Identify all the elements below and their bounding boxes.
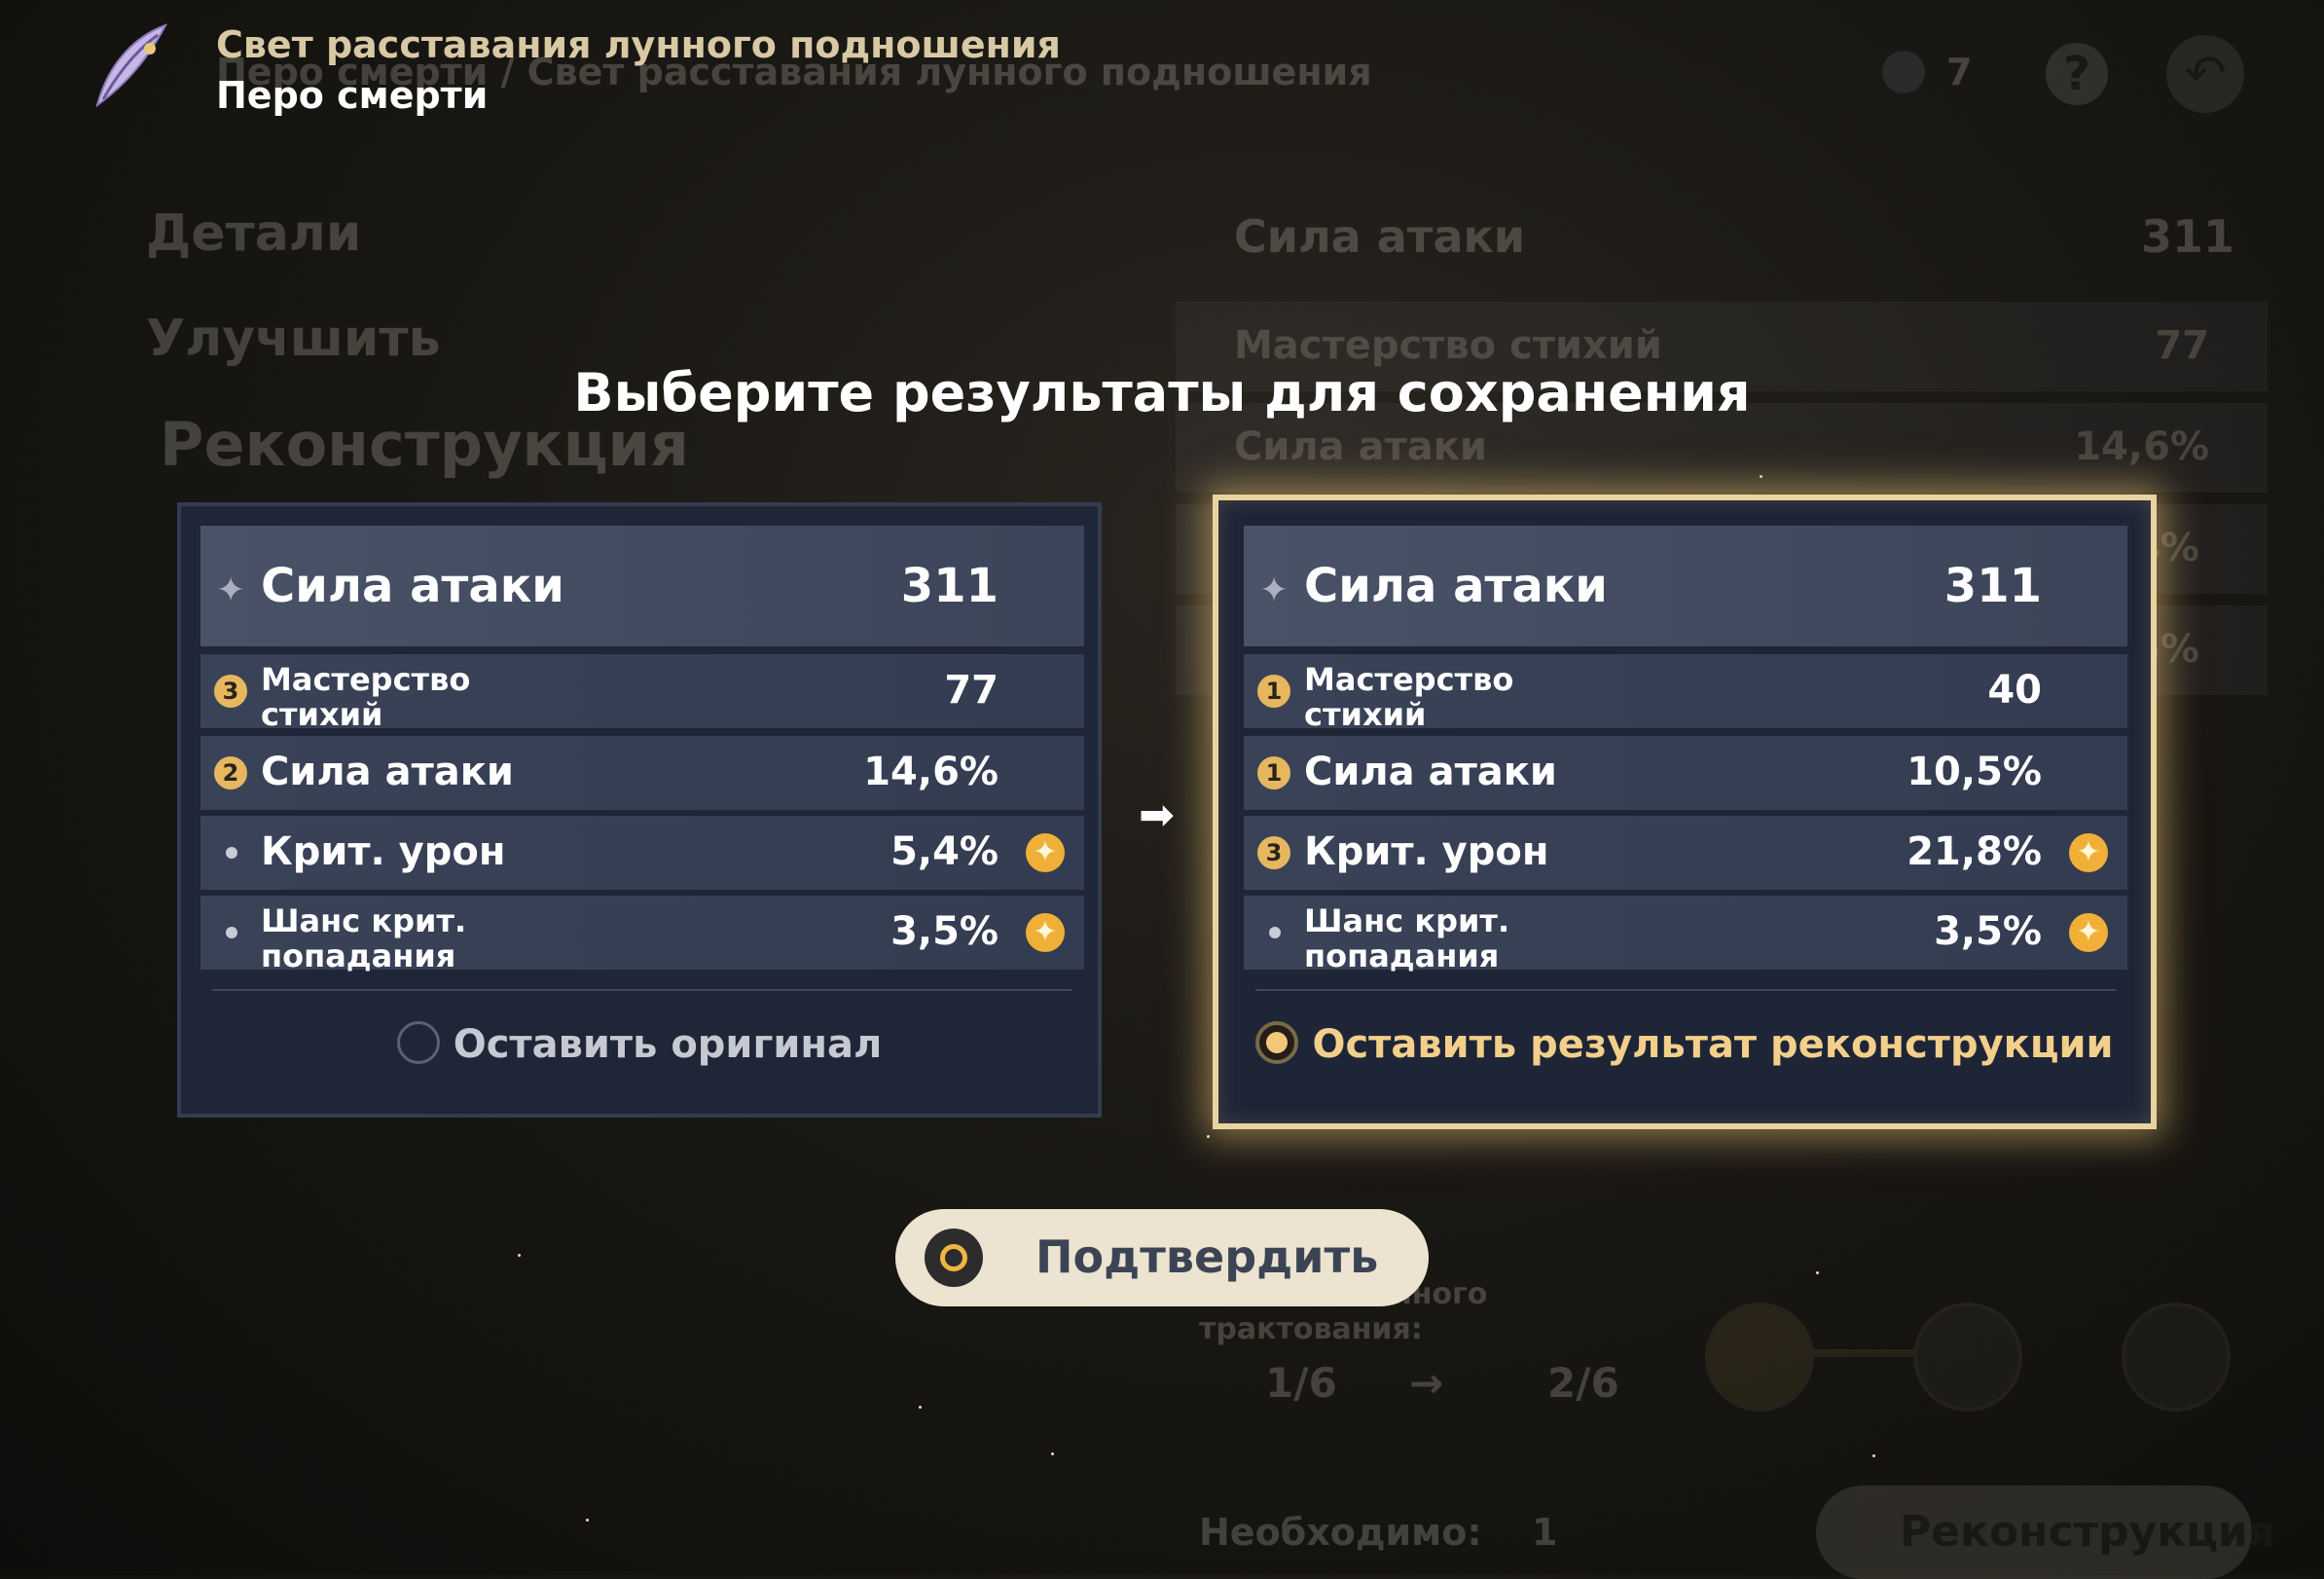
main-stat-value: 311 [900, 559, 999, 613]
substat-value: 14,6% [863, 750, 999, 794]
substat-label: Сила атаки [1304, 750, 1557, 794]
roll-count-badge: 3 [214, 675, 247, 708]
set-name: Свет расставания лунного подношения [216, 23, 1061, 66]
substat-row: 3 Мастерство стихий 77 [200, 654, 1084, 732]
progress-to: 2/6 [1547, 1359, 1619, 1407]
main-stat-label: Сила атаки [1304, 559, 1608, 613]
substat-label: Шанс крит. попадания [1304, 902, 1510, 974]
gold-star-icon: ✦ [1026, 833, 1065, 872]
back-icon[interactable]: ↶ [2166, 35, 2244, 113]
required-label: Необходимо: [1199, 1511, 1482, 1554]
substat-value: 77 [944, 668, 999, 713]
roll-count-badge: 1 [1257, 675, 1290, 708]
roll-count-badge: 2 [214, 756, 247, 790]
substat-row: 1 Сила атаки 10,5% [1244, 736, 2127, 810]
divider [1255, 989, 2116, 991]
main-stat-row: ✦ Сила атаки 311 [200, 526, 1084, 646]
substat-label: Крит. урон [1304, 829, 1549, 874]
feather-icon [90, 21, 173, 115]
substat-row: 3 Крит. урон 21,8% ✦ [1244, 816, 2127, 890]
stage-node-icon [2122, 1303, 2231, 1412]
substat-value: 3,5% [890, 909, 999, 954]
reconstruction-result-card[interactable]: ✦ Сила атаки 311 1 Мастерство стихий 40 … [1213, 495, 2157, 1129]
bg-stat-main-value: 311 [2141, 210, 2235, 263]
substat-row: Крит. урон 5,4% ✦ [200, 816, 1084, 890]
substat-value: 21,8% [1906, 829, 2042, 874]
progress-from: 1/6 [1265, 1359, 1337, 1407]
substat-label: Мастерство стихий [1304, 661, 1514, 733]
substat-value: 3,5% [1934, 909, 2042, 954]
substat-label: Крит. урон [261, 829, 506, 874]
option-label: Оставить результат реконструкции [1312, 1022, 2114, 1067]
gold-star-icon: ✦ [1026, 913, 1065, 952]
keep-result-option[interactable]: Оставить результат реконструкции [1218, 1021, 2151, 1068]
substat-value: 5,4% [890, 829, 999, 874]
main-stat-label: Сила атаки [261, 559, 564, 613]
substat-label: Шанс крит. попадания [261, 902, 467, 974]
bullet-icon [1269, 927, 1281, 938]
stage-connector [1806, 1349, 1913, 1357]
currency-count: 7 [1946, 51, 1973, 93]
tab-upgrade[interactable]: Улучшить [146, 310, 440, 368]
roll-count-badge: 3 [1257, 836, 1290, 869]
confirm-label: Подтвердить [1035, 1230, 1379, 1283]
sparkle-icon: ✦ [1259, 570, 1289, 610]
confirm-button[interactable]: Подтвердить [895, 1209, 1429, 1306]
original-card[interactable]: ✦ Сила атаки 311 3 Мастерство стихий 77 … [177, 502, 1102, 1118]
stage-node-icon [1705, 1303, 1814, 1412]
bg-stat-main-label: Сила атаки [1234, 210, 1525, 263]
stage-node-icon [1913, 1303, 2022, 1412]
main-stat-value: 311 [1943, 559, 2042, 613]
substat-row: Шанс крит. попадания 3,5% ✦ [200, 896, 1084, 974]
keep-original-option[interactable]: Оставить оригинал [181, 1021, 1098, 1068]
main-stat-row: ✦ Сила атаки 311 [1244, 526, 2127, 646]
bullet-icon [226, 847, 237, 859]
radio-selected-icon[interactable] [1255, 1021, 1299, 1064]
arrow-right-icon: ➡ [1139, 790, 1175, 840]
option-label: Оставить оригинал [453, 1022, 883, 1067]
substat-value: 10,5% [1906, 750, 2042, 794]
confirm-circle-icon [925, 1229, 983, 1287]
reconstruct-button[interactable]: Реконструкция [1816, 1486, 2275, 1579]
substat-label: Мастерство стихий [261, 661, 471, 733]
substat-row: 1 Мастерство стихий 40 [1244, 654, 2127, 732]
progress-arrow-icon: → [1409, 1359, 1444, 1407]
substat-value: 40 [1987, 668, 2042, 713]
divider [212, 989, 1072, 991]
substat-row: Шанс крит. попадания 3,5% ✦ [1244, 896, 2127, 974]
currency-icon [1882, 51, 1925, 93]
reconstruct-button-label: Реконструкция [1900, 1507, 2275, 1557]
substat-row: 2 Сила атаки 14,6% [200, 736, 1084, 810]
required-count: 1 [1532, 1511, 1558, 1554]
sparkle-icon: ✦ [216, 570, 246, 610]
help-icon[interactable]: ? [2046, 43, 2108, 105]
gold-star-icon: ✦ [2069, 913, 2108, 952]
gold-star-icon: ✦ [2069, 833, 2108, 872]
tab-details[interactable]: Детали [146, 204, 361, 263]
bullet-icon [226, 927, 237, 938]
roll-count-badge: 1 [1257, 756, 1290, 790]
bg-stat-label: Сила атаки [1234, 424, 1487, 469]
substat-label: Сила атаки [261, 750, 514, 794]
item-name: Перо смерти [216, 74, 489, 117]
bg-stat-value: 14,6% [2074, 424, 2209, 469]
dialog-heading: Выберите результаты для сохранения [573, 362, 1751, 423]
radio-unselected-icon[interactable] [396, 1021, 440, 1064]
progress-label-2: трактования: [1199, 1312, 1423, 1346]
